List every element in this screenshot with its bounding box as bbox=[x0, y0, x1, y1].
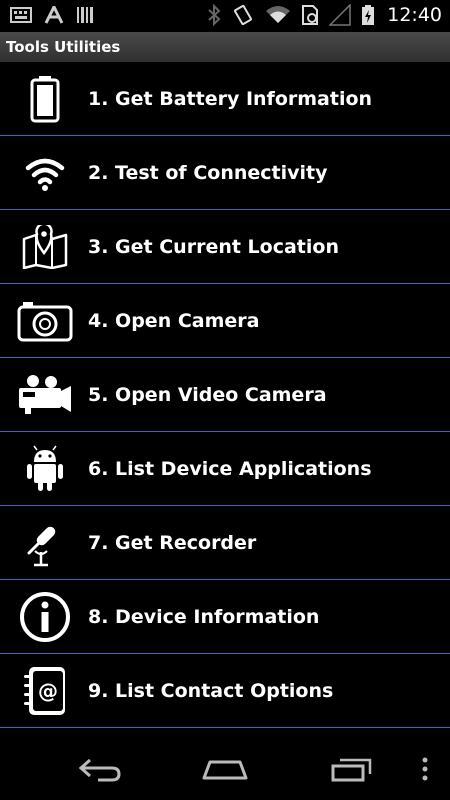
list-item-device-info[interactable]: 8. Device Information bbox=[0, 580, 450, 654]
list-item-label: 8. Device Information bbox=[88, 605, 320, 628]
list-item-applications[interactable]: 6. List Device Applications bbox=[0, 432, 450, 506]
list-item-label: 2. Test of Connectivity bbox=[88, 161, 328, 184]
list-item-camera[interactable]: 4. Open Camera bbox=[0, 284, 450, 358]
svg-text:@: @ bbox=[38, 679, 58, 703]
list-item-label: 1. Get Battery Information bbox=[88, 87, 373, 110]
android-icon bbox=[10, 439, 80, 499]
home-icon[interactable] bbox=[200, 756, 250, 782]
cell-signal-icon bbox=[329, 4, 351, 26]
page-title: Tools Utilities bbox=[6, 38, 121, 56]
camera-icon bbox=[10, 291, 80, 351]
status-bar: 12:40 bbox=[0, 0, 450, 32]
list-item-label: 5. Open Video Camera bbox=[88, 383, 327, 406]
microphone-icon bbox=[10, 513, 80, 573]
action-bar: Tools Utilities bbox=[0, 32, 450, 62]
vibrate-icon bbox=[234, 4, 253, 26]
battery-icon bbox=[10, 69, 80, 129]
list-item-contacts[interactable]: @ 9. List Contact Options bbox=[0, 654, 450, 728]
map-pin-icon bbox=[10, 217, 80, 277]
list-item-label: 3. Get Current Location bbox=[88, 235, 339, 258]
list-item-label: 4. Open Camera bbox=[88, 309, 260, 332]
recent-apps-icon[interactable] bbox=[330, 756, 374, 782]
sim-icon bbox=[302, 5, 319, 25]
list-item-label: 7. Get Recorder bbox=[88, 531, 257, 554]
video-camera-icon bbox=[10, 365, 80, 425]
list-item-recorder[interactable]: 7. Get Recorder bbox=[0, 506, 450, 580]
notification-a-icon bbox=[44, 6, 64, 24]
bluetooth-icon bbox=[208, 4, 221, 26]
wifi-icon-status bbox=[266, 6, 291, 23]
system-nav-bar bbox=[0, 736, 450, 800]
barcode-icon bbox=[77, 7, 93, 23]
contact-book-icon: @ bbox=[10, 661, 80, 721]
list-item-label: 6. List Device Applications bbox=[88, 457, 372, 480]
info-icon bbox=[10, 587, 80, 647]
back-icon[interactable] bbox=[78, 756, 122, 782]
list-item-video-camera[interactable]: 5. Open Video Camera bbox=[0, 358, 450, 432]
status-time: 12:40 bbox=[387, 4, 442, 26]
tools-list: 1. Get Battery Information 2. Test of Co… bbox=[0, 62, 450, 728]
wifi-icon bbox=[10, 143, 80, 203]
list-item-location[interactable]: 3. Get Current Location bbox=[0, 210, 450, 284]
overflow-menu-icon[interactable] bbox=[420, 756, 430, 782]
list-item-connectivity[interactable]: 2. Test of Connectivity bbox=[0, 136, 450, 210]
list-item-battery[interactable]: 1. Get Battery Information bbox=[0, 62, 450, 136]
list-item-label: 9. List Contact Options bbox=[88, 679, 334, 702]
keyboard-icon bbox=[10, 7, 32, 23]
battery-charging-icon bbox=[362, 5, 375, 25]
